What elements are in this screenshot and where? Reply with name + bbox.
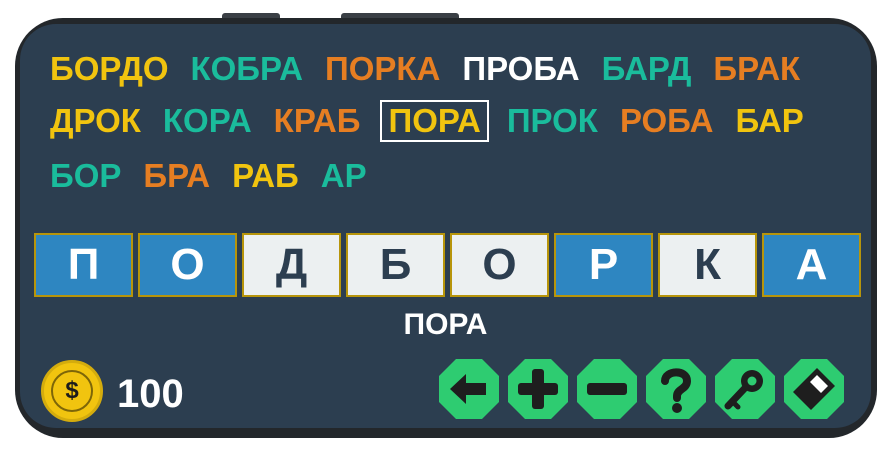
hint-button[interactable] (643, 356, 709, 422)
found-word[interactable]: КРАБ (270, 102, 365, 140)
letter-tile[interactable]: Р (554, 233, 653, 297)
letter-tile[interactable]: Б (346, 233, 445, 297)
found-word[interactable]: ПРОК (503, 102, 602, 140)
dollar-sign: $ (51, 370, 93, 412)
letter-tile[interactable]: О (138, 233, 237, 297)
found-word[interactable]: БРА (139, 157, 214, 195)
back-button[interactable] (436, 356, 502, 422)
found-words-row: БОРДО КОБРА ПОРКА ПРОБА БАРД БРАК (46, 50, 818, 88)
letter-tile[interactable]: П (34, 233, 133, 297)
erase-button[interactable] (781, 356, 847, 422)
letter-tile[interactable]: Д (242, 233, 341, 297)
remove-button[interactable] (574, 356, 640, 422)
eraser-icon (784, 359, 844, 419)
found-word[interactable]: БРАК (709, 50, 804, 88)
current-word: ПОРА (403, 308, 488, 341)
question-icon (646, 359, 706, 419)
found-word[interactable]: ДРОК (46, 102, 145, 140)
found-word[interactable]: КОРА (159, 102, 256, 140)
found-word[interactable]: КОБРА (187, 50, 307, 88)
found-word[interactable]: АР (317, 157, 371, 195)
game-screen: БОРДО КОБРА ПОРКА ПРОБА БАРД БРАК ДРОК КОРА КРА… (20, 24, 871, 428)
found-word-selected[interactable]: ПОРА (380, 100, 489, 142)
found-word[interactable]: БАРД (598, 50, 696, 88)
found-word[interactable]: БОР (46, 157, 125, 195)
found-word[interactable]: РАБ (228, 157, 303, 195)
letter-tile[interactable]: А (762, 233, 861, 297)
letter-tiles: ПОДБОРКА (34, 233, 866, 297)
letter-tile[interactable]: К (658, 233, 757, 297)
key-button[interactable] (712, 356, 778, 422)
coin-icon: $ (41, 360, 103, 422)
coin-count: 100 (117, 372, 184, 416)
arrow-left-icon (439, 359, 499, 419)
found-word[interactable]: ПОРКА (321, 50, 444, 88)
add-button[interactable] (505, 356, 571, 422)
key-icon (715, 359, 775, 419)
minus-icon (577, 359, 637, 419)
found-word[interactable]: ПРОБА (458, 50, 583, 88)
found-word[interactable]: БОРДО (46, 50, 173, 88)
letter-tile[interactable]: О (450, 233, 549, 297)
found-words-row: БОР БРА РАБ АР (46, 157, 385, 195)
found-words-row: ДРОК КОРА КРАБ ПОРА ПРОК РОБА БАР (46, 100, 822, 142)
found-word[interactable]: БАР (731, 102, 807, 140)
found-word[interactable]: РОБА (616, 102, 718, 140)
plus-icon (508, 359, 568, 419)
action-bar (436, 356, 850, 422)
